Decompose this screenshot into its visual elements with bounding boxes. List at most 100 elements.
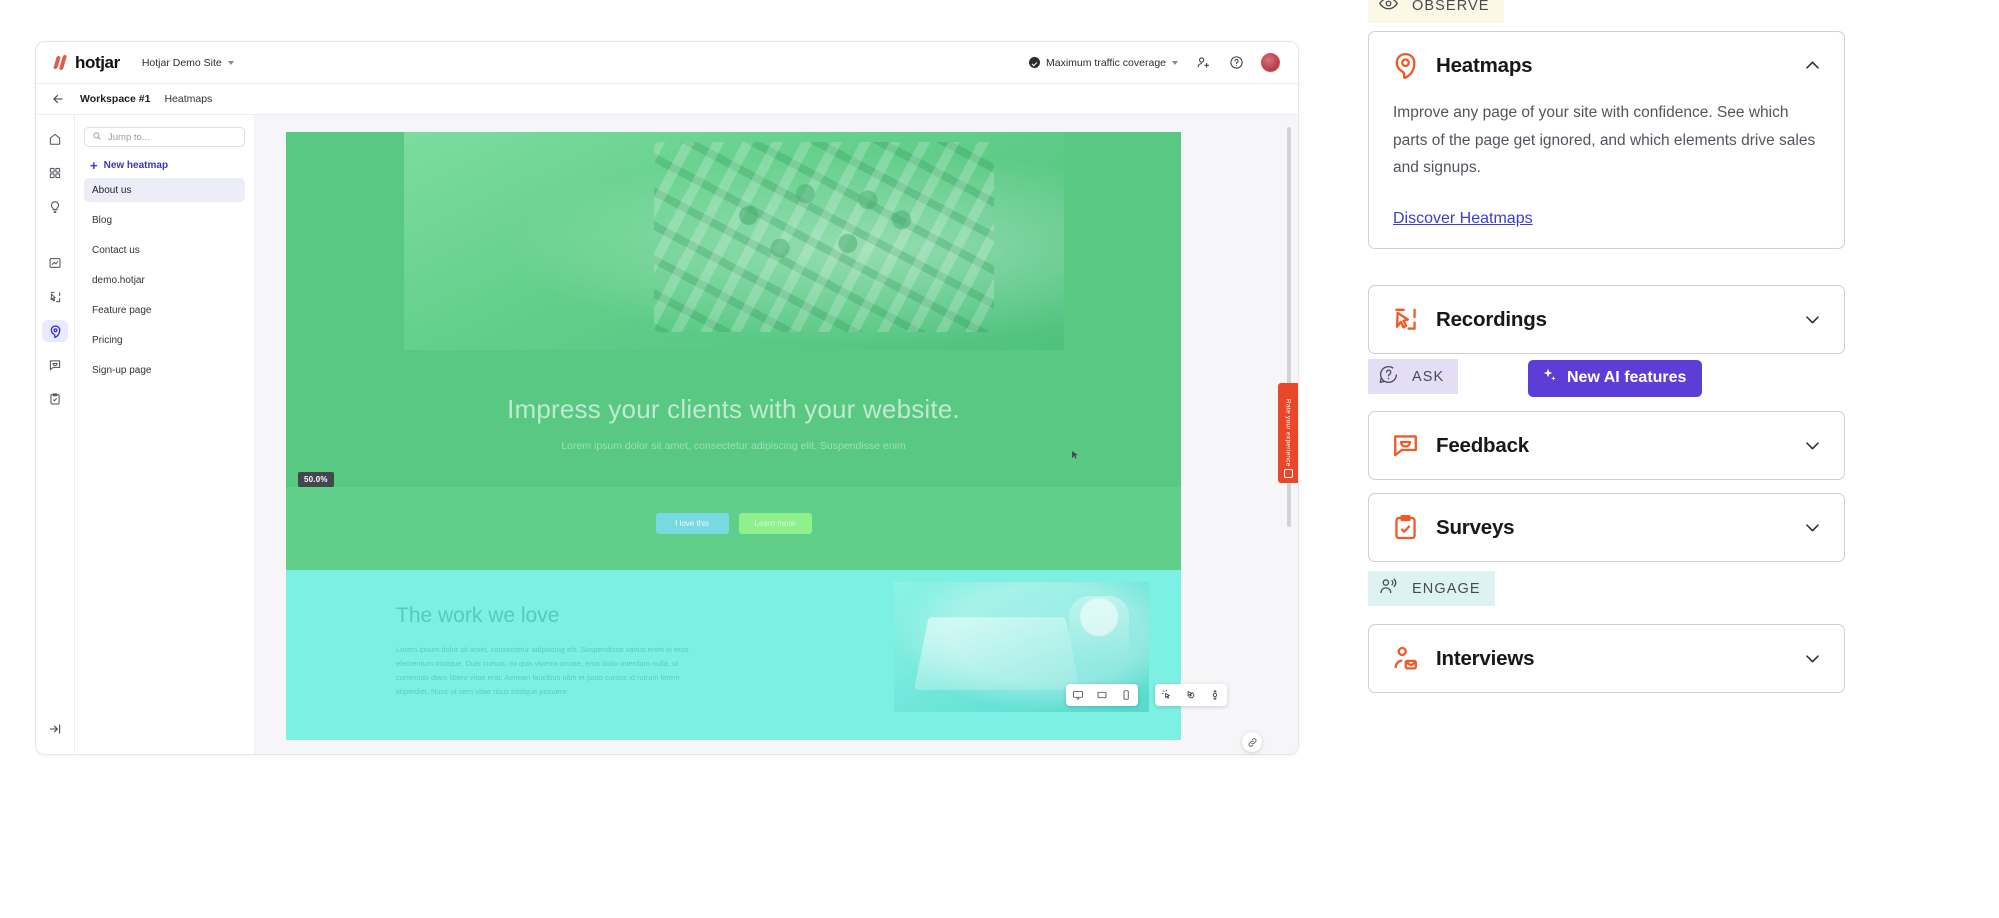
- hotjar-logo[interactable]: hotjar: [53, 52, 120, 73]
- card-heatmaps-header[interactable]: Heatmaps: [1369, 32, 1844, 99]
- chevron-down-icon[interactable]: [1803, 649, 1822, 668]
- hero-subheading: Lorem ipsum dolor sit amet, consectetur …: [561, 440, 906, 452]
- heatmap-type-toolbar: [1155, 684, 1227, 706]
- question-bubble-icon: [1378, 364, 1399, 389]
- card-surveys-title: Surveys: [1436, 515, 1515, 539]
- plus-icon: +: [90, 158, 98, 173]
- traffic-coverage-selector[interactable]: Maximum traffic coverage: [1028, 57, 1178, 69]
- page-label: demo.hotjar: [92, 274, 145, 286]
- sidebar-item-heatmaps[interactable]: [42, 320, 68, 342]
- section-label-engage: ENGAGE: [1368, 571, 1495, 606]
- hero-image: [404, 132, 1064, 350]
- list-item[interactable]: Sign-up page: [84, 358, 245, 382]
- help-circle-icon[interactable]: [1228, 55, 1244, 71]
- hero-heading: Impress your clients with your website.: [507, 394, 960, 424]
- card-interviews-title: Interviews: [1436, 646, 1535, 670]
- work-paragraph: Lorem ipsum dolor sit amet, consectetur …: [396, 645, 689, 696]
- chevron-down-icon[interactable]: [1803, 310, 1822, 329]
- new-ai-features-label: New AI features: [1567, 369, 1687, 386]
- list-item[interactable]: Pricing: [84, 328, 245, 352]
- share-link-icon[interactable]: [1242, 732, 1262, 752]
- section-label-observe: OBSERVE: [1368, 0, 1504, 23]
- hero-cta-group: I love this Learn more: [286, 513, 1181, 534]
- section-label-text: OBSERVE: [1412, 0, 1490, 14]
- recordings-cursor-icon: [1391, 305, 1420, 334]
- lightbulb-icon[interactable]: [42, 196, 68, 218]
- feedback-icon[interactable]: [42, 354, 68, 376]
- mouse-cursor: [1072, 447, 1079, 459]
- interviews-person-mail-icon: [1391, 644, 1420, 673]
- surveys-icon[interactable]: [42, 388, 68, 410]
- people-icon: [1378, 576, 1399, 601]
- hotjar-wordmark: hotjar: [75, 52, 120, 72]
- list-item[interactable]: Feature page: [84, 298, 245, 322]
- chevron-up-icon[interactable]: [1803, 56, 1822, 75]
- card-feedback-title: Feedback: [1436, 433, 1529, 457]
- surveys-clipboard-icon: [1391, 513, 1420, 542]
- smiley-icon: [1283, 469, 1293, 478]
- card-surveys-header[interactable]: Surveys: [1369, 494, 1844, 561]
- new-ai-features-badge[interactable]: New AI features: [1528, 360, 1703, 397]
- discover-heatmaps-link[interactable]: Discover Heatmaps: [1393, 210, 1533, 228]
- card-heatmaps-description: Improve any page of your site with confi…: [1393, 104, 1816, 177]
- card-heatmaps[interactable]: Heatmaps Improve any page of your site w…: [1368, 31, 1845, 249]
- page-label: Sign-up page: [92, 364, 152, 376]
- site-selector[interactable]: Hotjar Demo Site: [142, 57, 234, 69]
- card-recordings[interactable]: Recordings: [1368, 285, 1845, 354]
- breadcrumb-workspace[interactable]: Workspace #1: [80, 93, 150, 105]
- list-item[interactable]: About us: [84, 178, 245, 202]
- home-icon[interactable]: [42, 128, 68, 150]
- work-section: The work we love Lorem ipsum dolor sit a…: [286, 570, 1181, 740]
- check-circle-icon: [1028, 57, 1040, 68]
- list-item[interactable]: Blog: [84, 208, 245, 232]
- hero-cta-primary[interactable]: I love this: [655, 513, 729, 534]
- breadcrumb-section[interactable]: Heatmaps: [164, 93, 212, 105]
- chevron-down-icon: [227, 60, 234, 65]
- sparkle-icon: [1541, 367, 1558, 389]
- avatar[interactable]: [1261, 53, 1280, 72]
- scroll-percentage-badge: 50.0%: [298, 472, 334, 487]
- hero-cta-secondary[interactable]: Learn more: [738, 513, 812, 534]
- page-label: Contact us: [92, 244, 140, 256]
- tablet-icon[interactable]: [1096, 689, 1108, 701]
- list-item[interactable]: Contact us: [84, 238, 245, 262]
- move-heatmap-icon[interactable]: [1185, 689, 1197, 701]
- chevron-down-icon[interactable]: [1803, 436, 1822, 455]
- card-heatmaps-body: Improve any page of your site with confi…: [1369, 99, 1844, 248]
- app-top-bar: hotjar Hotjar Demo Site Maximum traffic …: [36, 42, 1298, 84]
- card-interviews-header[interactable]: Interviews: [1369, 625, 1844, 692]
- section-label-ask: ASK: [1368, 359, 1459, 394]
- card-recordings-header[interactable]: Recordings: [1369, 286, 1844, 353]
- list-item[interactable]: demo.hotjar: [84, 268, 245, 292]
- feedback-bubble-icon: [1391, 431, 1420, 460]
- page-label: Feature page: [92, 304, 152, 316]
- add-user-icon[interactable]: [1195, 55, 1211, 71]
- new-heatmap-label: New heatmap: [103, 160, 169, 171]
- card-feedback[interactable]: Feedback: [1368, 411, 1845, 480]
- heatmap-viewport[interactable]: Impress your clients with your website. …: [255, 115, 1298, 754]
- scroll-heatmap-icon[interactable]: [1209, 689, 1221, 701]
- recordings-icon[interactable]: [42, 286, 68, 308]
- card-surveys[interactable]: Surveys: [1368, 493, 1845, 562]
- heatmaps-icon: [1391, 51, 1420, 80]
- card-interviews[interactable]: Interviews: [1368, 624, 1845, 693]
- search-input[interactable]: Jump to...: [84, 127, 245, 147]
- rail-collapse-button[interactable]: [36, 718, 74, 740]
- eye-icon: [1378, 0, 1399, 18]
- rate-experience-tab[interactable]: Rate your experience: [1278, 383, 1298, 483]
- click-heatmap-icon[interactable]: [1161, 689, 1173, 701]
- dashboard-grid-icon[interactable]: [42, 162, 68, 184]
- chevron-down-icon[interactable]: [1803, 518, 1822, 537]
- new-heatmap-button[interactable]: + New heatmap: [90, 159, 245, 172]
- desktop-icon[interactable]: [1072, 689, 1084, 701]
- mobile-icon[interactable]: [1120, 689, 1132, 701]
- card-feedback-header[interactable]: Feedback: [1369, 412, 1844, 479]
- back-arrow-icon[interactable]: [50, 91, 66, 107]
- hero-section: Impress your clients with your website. …: [286, 132, 1181, 570]
- trends-chart-icon[interactable]: [42, 252, 68, 274]
- heatmap-page-list: Jump to... + New heatmap About us Blog C…: [75, 115, 255, 754]
- rate-experience-label: Rate your experience: [1284, 399, 1292, 467]
- hotjar-mark-icon: [53, 54, 69, 71]
- section-label-text: ENGAGE: [1412, 580, 1481, 597]
- icon-rail: [36, 115, 75, 754]
